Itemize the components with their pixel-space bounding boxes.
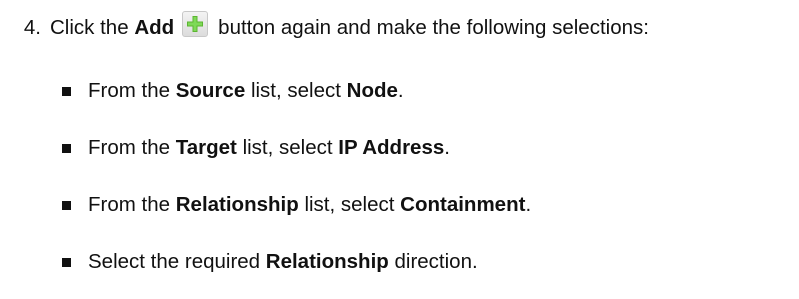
intro-text-before: Click the <box>50 16 129 39</box>
item-end: . <box>444 136 450 159</box>
instruction-step: 4. Click the Add button again and make t… <box>0 0 799 299</box>
item-term: Target <box>175 136 237 159</box>
item-value: IP Address <box>338 136 445 159</box>
list-item: From the Source list, select Node. <box>62 76 404 106</box>
item-text: From the <box>88 136 171 159</box>
item-text: direction. <box>394 250 478 273</box>
add-plus-icon <box>182 11 209 37</box>
intro-button-name: Add <box>134 16 175 39</box>
item-text: From the <box>88 79 171 102</box>
item-text: list, select <box>242 136 333 159</box>
item-value: Node <box>346 79 398 102</box>
item-end: . <box>397 79 404 102</box>
step-intro: 4. Click the Add button again and make t… <box>0 10 649 46</box>
list-item: From the Target list, select IP Address. <box>62 133 450 163</box>
square-bullet-icon <box>62 200 71 210</box>
square-bullet-icon <box>62 143 71 153</box>
item-text: Select the required <box>88 250 261 273</box>
item-term: Relationship <box>175 193 299 216</box>
item-text: list, select <box>304 193 395 216</box>
item-value: Containment <box>400 193 526 216</box>
item-term: Source <box>175 79 246 102</box>
list-item: From the Relationship list, select Conta… <box>62 190 531 220</box>
square-bullet-icon <box>62 86 71 96</box>
item-term: Relationship <box>265 250 389 273</box>
list-item: Select the required Relationship directi… <box>62 247 478 277</box>
square-bullet-icon <box>62 257 71 267</box>
step-number: 4. <box>23 16 41 39</box>
item-end: . <box>525 193 532 216</box>
item-text: From the <box>88 193 171 216</box>
intro-text-after: button again and make the following sele… <box>218 16 649 39</box>
item-text: list, select <box>250 79 341 102</box>
